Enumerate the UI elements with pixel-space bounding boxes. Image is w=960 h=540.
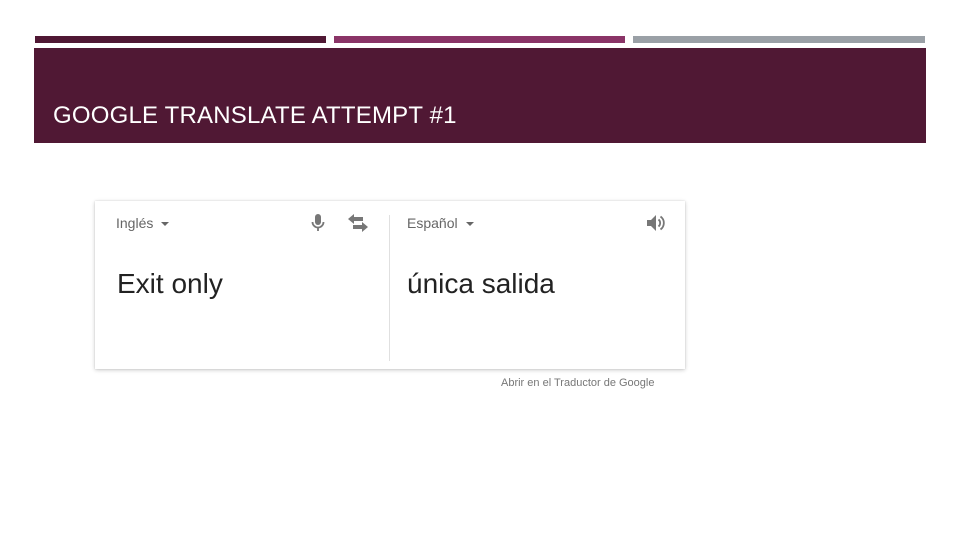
target-pane: Español única salida bbox=[391, 201, 685, 369]
swap-icon[interactable] bbox=[346, 212, 370, 239]
source-pane: Inglés Exit only bbox=[95, 201, 389, 369]
open-in-translate-link[interactable]: Abrir en el Traductor de Google bbox=[501, 377, 654, 389]
accent-stripe-magenta bbox=[334, 36, 625, 43]
translated-text: única salida bbox=[407, 268, 555, 299]
slide-title: GOOGLE TRANSLATE ATTEMPT #1 bbox=[53, 102, 457, 129]
dropdown-caret-icon bbox=[465, 221, 474, 226]
speaker-icon[interactable] bbox=[644, 212, 666, 239]
dropdown-caret-icon bbox=[161, 221, 170, 226]
title-band: GOOGLE TRANSLATE ATTEMPT #1 bbox=[34, 48, 926, 143]
source-text[interactable]: Exit only bbox=[117, 267, 223, 301]
pane-divider bbox=[389, 215, 390, 361]
source-language-label: Inglés bbox=[116, 215, 154, 231]
target-language-select[interactable]: Español bbox=[407, 215, 474, 231]
target-language-label: Español bbox=[407, 215, 458, 231]
mic-icon[interactable] bbox=[308, 212, 328, 239]
accent-stripe-dark bbox=[35, 36, 326, 43]
source-language-select[interactable]: Inglés bbox=[116, 215, 170, 231]
accent-stripe-gray bbox=[633, 36, 925, 43]
translate-card: Inglés Exit only Español única salida bbox=[95, 201, 685, 369]
